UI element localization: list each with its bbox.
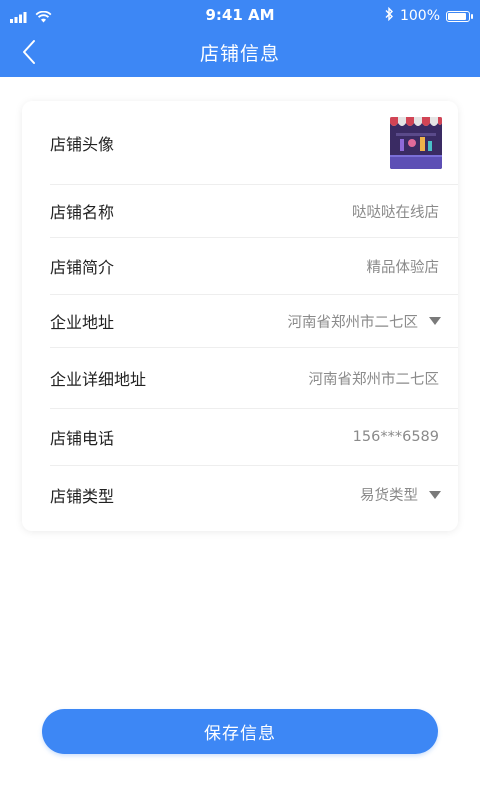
shop-type-value: 易货类型 <box>360 488 418 504</box>
row-shop-avatar[interactable]: 店铺头像 <box>50 101 458 185</box>
battery-icon <box>446 10 473 22</box>
shop-intro-value: 精品体验店 <box>366 259 440 276</box>
shop-info-card: 店铺头像 店铺名称 哒哒哒在线店 店铺简介 精品体验店 企业地址 河南省郑州市二… <box>22 101 458 531</box>
battery-fill <box>448 12 466 20</box>
company-detail-address-value: 河南省郑州市二七区 <box>308 371 440 388</box>
shop-phone-value: 156***6589 <box>352 429 439 445</box>
caret-down-icon[interactable] <box>429 490 441 499</box>
save-info-label: 保存信息 <box>204 724 276 744</box>
row-label: 店铺简介 <box>50 258 115 277</box>
shop-name-value: 哒哒哒在线店 <box>352 204 439 221</box>
row-company-detail-address[interactable]: 企业详细地址 河南省郑州市二七区 <box>50 348 458 409</box>
nav-bar: 店铺信息 <box>0 30 480 77</box>
row-label: 店铺头像 <box>50 134 115 154</box>
battery-percent: 100% <box>399 8 440 24</box>
shop-avatar[interactable] <box>390 116 442 169</box>
row-label: 店铺电话 <box>50 429 115 448</box>
company-address-value: 河南省郑州市二七区 <box>287 314 419 331</box>
caret-down-icon[interactable] <box>429 317 441 325</box>
bluetooth-icon <box>385 6 394 25</box>
row-shop-name[interactable]: 店铺名称 哒哒哒在线店 <box>50 185 458 238</box>
row-company-address[interactable]: 企业地址 河南省郑州市二七区 <box>50 295 458 348</box>
row-shop-type[interactable]: 店铺类型 易货类型 <box>50 466 458 523</box>
save-info-button[interactable]: 保存信息 <box>42 709 438 754</box>
page-title: 店铺信息 <box>199 43 280 65</box>
status-bar: 9:41 AM 100% <box>0 0 480 30</box>
row-shop-intro[interactable]: 店铺简介 精品体验店 <box>50 238 458 295</box>
row-label: 店铺名称 <box>50 203 115 222</box>
status-right: 100% <box>385 6 473 25</box>
header: 9:41 AM 100% 店铺信息 <box>0 0 480 77</box>
row-shop-phone[interactable]: 店铺电话 156***6589 <box>50 409 458 466</box>
row-label: 企业地址 <box>50 313 115 332</box>
row-label: 企业详细地址 <box>50 370 147 389</box>
row-label: 店铺类型 <box>50 486 115 506</box>
